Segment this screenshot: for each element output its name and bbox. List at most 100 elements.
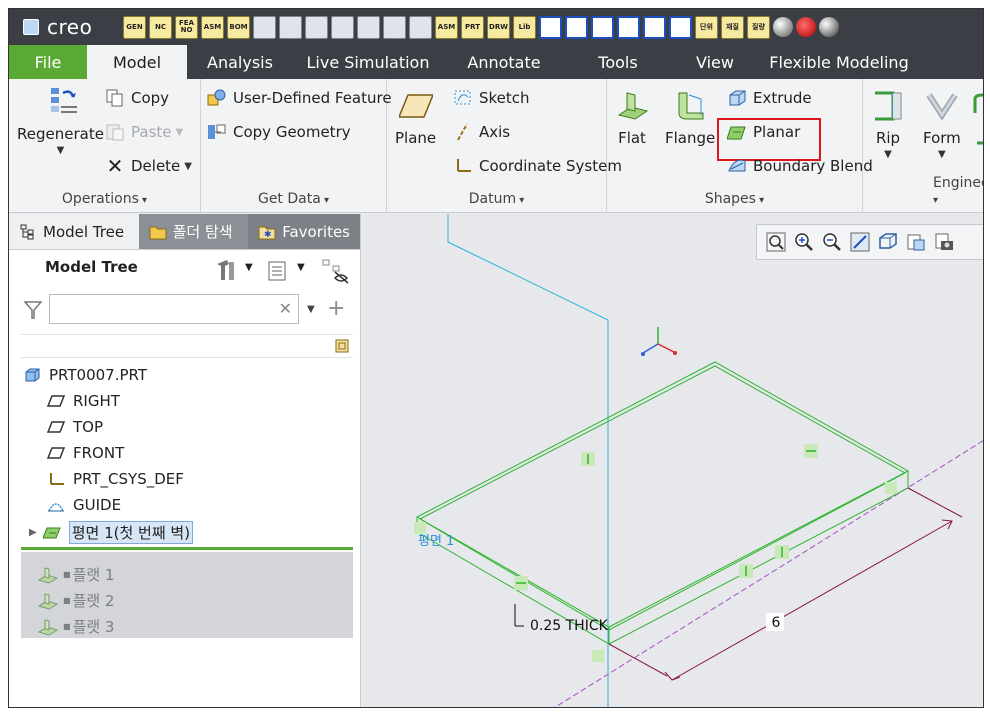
tab-annotate[interactable]: Annotate	[443, 45, 565, 79]
tree-item-part[interactable]: PRT0007.PRT	[23, 366, 147, 384]
boundary-blend-button[interactable]: Boundary Blend	[727, 157, 873, 175]
window-icon[interactable]	[539, 15, 562, 39]
tree-display-icon[interactable]	[267, 260, 289, 282]
tree-item-planar-wall[interactable]: ▶ 평면 1(첫 번째 벽)	[29, 521, 194, 544]
window2-icon[interactable]	[565, 15, 588, 39]
show-hidden-icon[interactable]	[321, 258, 349, 284]
mass-icon[interactable]: 질량	[747, 15, 770, 39]
prt-folder-icon[interactable]: PRT	[461, 15, 484, 39]
graphics-viewport[interactable]: 6 0.25 THICK 평면 1	[362, 214, 984, 708]
sketch-button[interactable]: Sketch	[453, 89, 530, 107]
asm-folder-icon[interactable]: ASM	[435, 15, 458, 39]
tree-item-front[interactable]: FRONT	[47, 444, 124, 462]
tab-analysis[interactable]: Analysis	[187, 45, 293, 79]
edit-doc2-icon[interactable]	[383, 15, 406, 39]
engineering-group-label[interactable]: Engineering	[933, 175, 983, 207]
flange-button[interactable]: Flange	[665, 89, 715, 147]
tab-folder-browser[interactable]: 폴더 탐색	[138, 214, 249, 249]
column-settings-icon[interactable]	[333, 337, 351, 355]
unbend-icon[interactable]	[975, 127, 984, 147]
group-get-data: User-Defined Feature Copy Geometry Get D…	[201, 79, 392, 213]
window6-icon[interactable]	[669, 15, 692, 39]
tab-model-tree[interactable]: Model Tree	[9, 214, 139, 249]
title-bar: creo GEN NC FEA NO ASM BOM ASM PRT DRW Lib 단위 재질 질량	[9, 9, 983, 45]
fea-icon[interactable]: FEA NO	[175, 15, 198, 39]
regenerate-label: Regenerate	[17, 125, 104, 143]
plane-button[interactable]: Plane	[395, 89, 436, 147]
chevron-down-icon[interactable]: ▼	[245, 262, 253, 273]
tab-model[interactable]: Model	[87, 45, 187, 79]
tab-flexible-modeling[interactable]: Flexible Modeling	[759, 45, 919, 79]
copy-geometry-button[interactable]: Copy Geometry	[207, 123, 351, 141]
red-dot-icon[interactable]	[796, 17, 816, 37]
expand-arrow-icon[interactable]: ▶	[29, 527, 37, 538]
insert-here-bar[interactable]	[21, 547, 353, 550]
gray-sphere-icon[interactable]	[819, 17, 839, 37]
asm-icon[interactable]: ASM	[201, 15, 224, 39]
tree-item-right[interactable]: RIGHT	[47, 392, 120, 410]
tab-file[interactable]: File	[9, 45, 87, 79]
tree-settings-icon[interactable]	[215, 258, 237, 282]
sphere-icon[interactable]	[773, 17, 793, 37]
regenerate-button[interactable]: Regenerate ▼	[17, 85, 104, 156]
window5-icon[interactable]	[643, 15, 666, 39]
dimension-lines	[608, 487, 963, 681]
material-icon[interactable]: 재질	[721, 15, 744, 39]
paste-button[interactable]: Paste ▼	[105, 123, 183, 141]
save-icon[interactable]	[305, 15, 328, 39]
chevron-down-icon[interactable]: ▼	[307, 304, 315, 315]
settings-icon[interactable]	[253, 15, 276, 39]
bend-icon[interactable]	[973, 93, 984, 117]
thickness-label[interactable]: 0.25 THICK	[530, 618, 609, 634]
drw-folder-icon[interactable]: DRW	[487, 15, 510, 39]
unit-icon[interactable]: 단위	[695, 15, 718, 39]
flange-wall-icon	[678, 92, 704, 120]
model-canvas[interactable]: 6 0.25 THICK 평면 1	[362, 214, 984, 708]
tree-item-label: PRT_CSYS_DEF	[73, 470, 184, 488]
flat-button[interactable]: Flat	[615, 89, 649, 147]
tab-favorites[interactable]: ✱ Favorites	[248, 214, 360, 249]
tree-item-top[interactable]: TOP	[47, 418, 103, 436]
get-data-group-label[interactable]: Get Data	[201, 191, 386, 207]
tab-live-simulation[interactable]: Live Simulation	[293, 45, 443, 79]
lib-folder-icon[interactable]: Lib	[513, 15, 536, 39]
tree-item-suppressed[interactable]: ■ 플랫 1	[37, 564, 114, 585]
surface-label[interactable]: 평면 1	[418, 534, 454, 549]
coordinate-system-button[interactable]: Coordinate System	[453, 157, 622, 175]
new-file-icon[interactable]	[279, 15, 302, 39]
shapes-group-label[interactable]: Shapes	[607, 191, 862, 207]
boundary-blend-icon	[728, 159, 746, 172]
tree-item-suppressed[interactable]: ■ 플랫 2	[37, 590, 114, 611]
rip-button[interactable]: Rip ▼	[871, 89, 905, 160]
bom-icon[interactable]: BOM	[227, 15, 250, 39]
group-operations: Regenerate ▼ Copy Paste ▼ ✕ Delete ▼ Ope…	[9, 79, 201, 213]
open-folder-icon[interactable]	[409, 15, 432, 39]
tree-item-csys[interactable]: PRT_CSYS_DEF	[47, 470, 184, 488]
save-copy-icon[interactable]	[331, 15, 354, 39]
chevron-down-icon[interactable]: ▼	[297, 262, 305, 273]
extrude-button[interactable]: Extrude	[727, 89, 812, 107]
window3-icon[interactable]	[591, 15, 614, 39]
tab-view[interactable]: View	[671, 45, 759, 79]
add-filter-icon[interactable]: +	[327, 296, 345, 321]
sketch-icon	[454, 90, 471, 105]
datum-plane-icon	[47, 421, 65, 433]
tab-tools[interactable]: Tools	[565, 45, 671, 79]
nc-icon[interactable]: NC	[149, 15, 172, 39]
clear-search-icon[interactable]: ✕	[279, 299, 292, 318]
gen-icon[interactable]: GEN	[123, 15, 146, 39]
tree-item-guide[interactable]: GUIDE	[47, 496, 121, 514]
user-defined-feature-button[interactable]: User-Defined Feature	[207, 89, 392, 107]
axis-button[interactable]: Axis	[453, 123, 510, 141]
edit-doc-icon[interactable]	[357, 15, 380, 39]
form-button[interactable]: Form ▼	[923, 89, 961, 160]
operations-group-label[interactable]: Operations	[9, 191, 200, 207]
tree-item-suppressed[interactable]: ■ 플랫 3	[37, 616, 114, 637]
dimension-value[interactable]: 6	[772, 615, 781, 631]
filter-icon[interactable]	[23, 300, 43, 320]
copy-button[interactable]: Copy	[105, 89, 169, 107]
datum-group-label[interactable]: Datum	[387, 191, 606, 207]
search-input[interactable]: ✕	[49, 294, 299, 324]
delete-button[interactable]: ✕ Delete ▼	[105, 156, 192, 176]
window4-icon[interactable]	[617, 15, 640, 39]
